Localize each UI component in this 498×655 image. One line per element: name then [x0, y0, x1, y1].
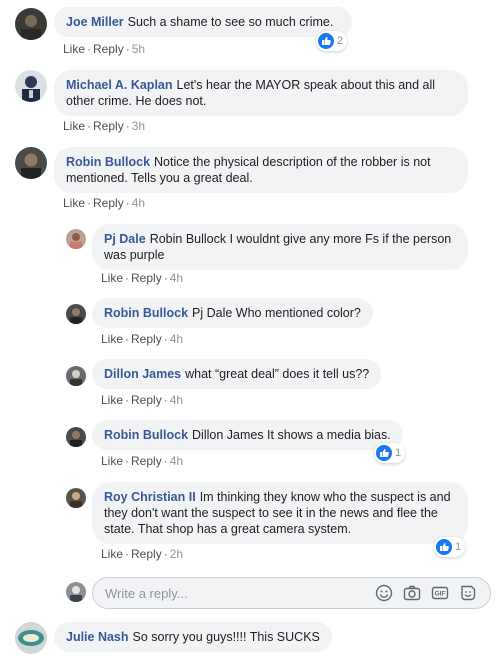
like-link[interactable]: Like	[63, 196, 85, 210]
reply-text: what “great deal” does it tell us??	[185, 367, 370, 381]
reply-link[interactable]: Reply	[93, 196, 124, 210]
comment-bubble: Michael A. Kaplan Let's hear the MAYOR sp…	[54, 70, 468, 116]
avatar[interactable]	[66, 488, 86, 508]
current-user-avatar	[66, 582, 86, 602]
reaction-count[interactable]: 1	[374, 443, 406, 463]
like-thumb-icon	[318, 33, 334, 49]
reply-input[interactable]	[105, 578, 355, 608]
reply-actions: Like · Reply · 4h	[101, 393, 184, 407]
reply-bubble: Pj Dale Robin Bullock I wouldnt give any …	[92, 224, 468, 270]
reaction-count[interactable]: 1	[434, 537, 466, 557]
reaction-number: 2	[337, 35, 344, 47]
comment-author[interactable]: Michael A. Kaplan	[66, 78, 173, 92]
reply-text: Dillon James It shows a media bias.	[192, 428, 391, 442]
timestamp[interactable]: 4h	[170, 332, 183, 346]
like-link[interactable]: Like	[63, 119, 85, 133]
reply-author[interactable]: Pj Dale	[104, 232, 146, 246]
avatar[interactable]	[66, 304, 86, 324]
comment-author[interactable]: Joe Miller	[66, 15, 124, 29]
timestamp[interactable]: 4h	[170, 454, 183, 468]
reply-author[interactable]: Robin Bullock	[104, 306, 188, 320]
camera-icon[interactable]	[403, 584, 421, 602]
like-link[interactable]: Like	[101, 547, 123, 561]
like-link[interactable]: Like	[101, 271, 123, 285]
sticker-icon[interactable]	[459, 584, 477, 602]
reply-actions: Like · Reply · 4h	[101, 454, 184, 468]
comment-text: So sorry you guys!!!! This SUCKS	[132, 630, 320, 644]
like-thumb-icon	[376, 445, 392, 461]
comment-actions: Like · Reply · 4h	[63, 196, 146, 210]
timestamp[interactable]: 5h	[132, 42, 145, 56]
reply-link[interactable]: Reply	[131, 332, 162, 346]
reply-bubble: Robin Bullock Dillon James It shows a med…	[92, 420, 403, 450]
timestamp[interactable]: 4h	[170, 271, 183, 285]
reaction-number: 1	[455, 541, 462, 553]
emoji-icon[interactable]	[375, 584, 393, 602]
reply-link[interactable]: Reply	[93, 42, 124, 56]
like-link[interactable]: Like	[101, 454, 123, 468]
reply-link[interactable]: Reply	[131, 547, 162, 561]
avatar[interactable]	[15, 8, 47, 40]
like-thumb-icon	[436, 539, 452, 555]
reply-author[interactable]: Roy Christian II	[104, 490, 196, 504]
like-link[interactable]: Like	[101, 332, 123, 346]
comment-bubble: Robin Bullock Notice the physical descrip…	[54, 147, 468, 193]
reply-text: Robin Bullock I wouldnt give any more Fs…	[104, 232, 452, 262]
reply-text: Pj Dale Who mentioned color?	[192, 306, 361, 320]
like-link[interactable]: Like	[63, 42, 85, 56]
avatar[interactable]	[66, 427, 86, 447]
timestamp[interactable]: 4h	[170, 393, 183, 407]
timestamp[interactable]: 2h	[170, 547, 183, 561]
reply-actions: Like · Reply · 4h	[101, 271, 184, 285]
comment-author[interactable]: Robin Bullock	[66, 155, 150, 169]
gif-icon[interactable]: GIF	[431, 584, 449, 602]
svg-text:GIF: GIF	[435, 591, 446, 598]
avatar[interactable]	[15, 147, 47, 179]
comment-bubble: Joe Miller Such a shame to see so much cr…	[54, 7, 352, 37]
avatar[interactable]	[66, 229, 86, 249]
comment-actions: Like · Reply · 3h	[63, 119, 146, 133]
reaction-count[interactable]: 2	[316, 31, 348, 51]
reply-composer: GIF	[92, 577, 491, 609]
reply-actions: Like · Reply · 2h	[101, 547, 184, 561]
reply-author[interactable]: Robin Bullock	[104, 428, 188, 442]
reply-bubble: Roy Christian II Im thinking they know wh…	[92, 482, 468, 544]
reply-link[interactable]: Reply	[131, 271, 162, 285]
timestamp[interactable]: 3h	[132, 119, 145, 133]
reply-bubble: Robin Bullock Pj Dale Who mentioned color…	[92, 298, 373, 328]
timestamp[interactable]: 4h	[132, 196, 145, 210]
reply-bubble: Dillon James what “great deal” does it te…	[92, 359, 382, 389]
comment-text: Such a shame to see so much crime.	[127, 15, 334, 29]
reply-link[interactable]: Reply	[93, 119, 124, 133]
reply-actions: Like · Reply · 4h	[101, 332, 184, 346]
avatar[interactable]	[66, 366, 86, 386]
reaction-number: 1	[395, 447, 402, 459]
avatar[interactable]	[15, 70, 47, 102]
reply-link[interactable]: Reply	[131, 393, 162, 407]
reply-author[interactable]: Dillon James	[104, 367, 181, 381]
avatar[interactable]	[15, 622, 47, 654]
like-link[interactable]: Like	[101, 393, 123, 407]
comment-actions: Like · Reply · 5h	[63, 42, 146, 56]
comment-bubble: Julie Nash So sorry you guys!!!! This SUC…	[54, 622, 332, 652]
comment-author[interactable]: Julie Nash	[66, 630, 129, 644]
reply-link[interactable]: Reply	[131, 454, 162, 468]
